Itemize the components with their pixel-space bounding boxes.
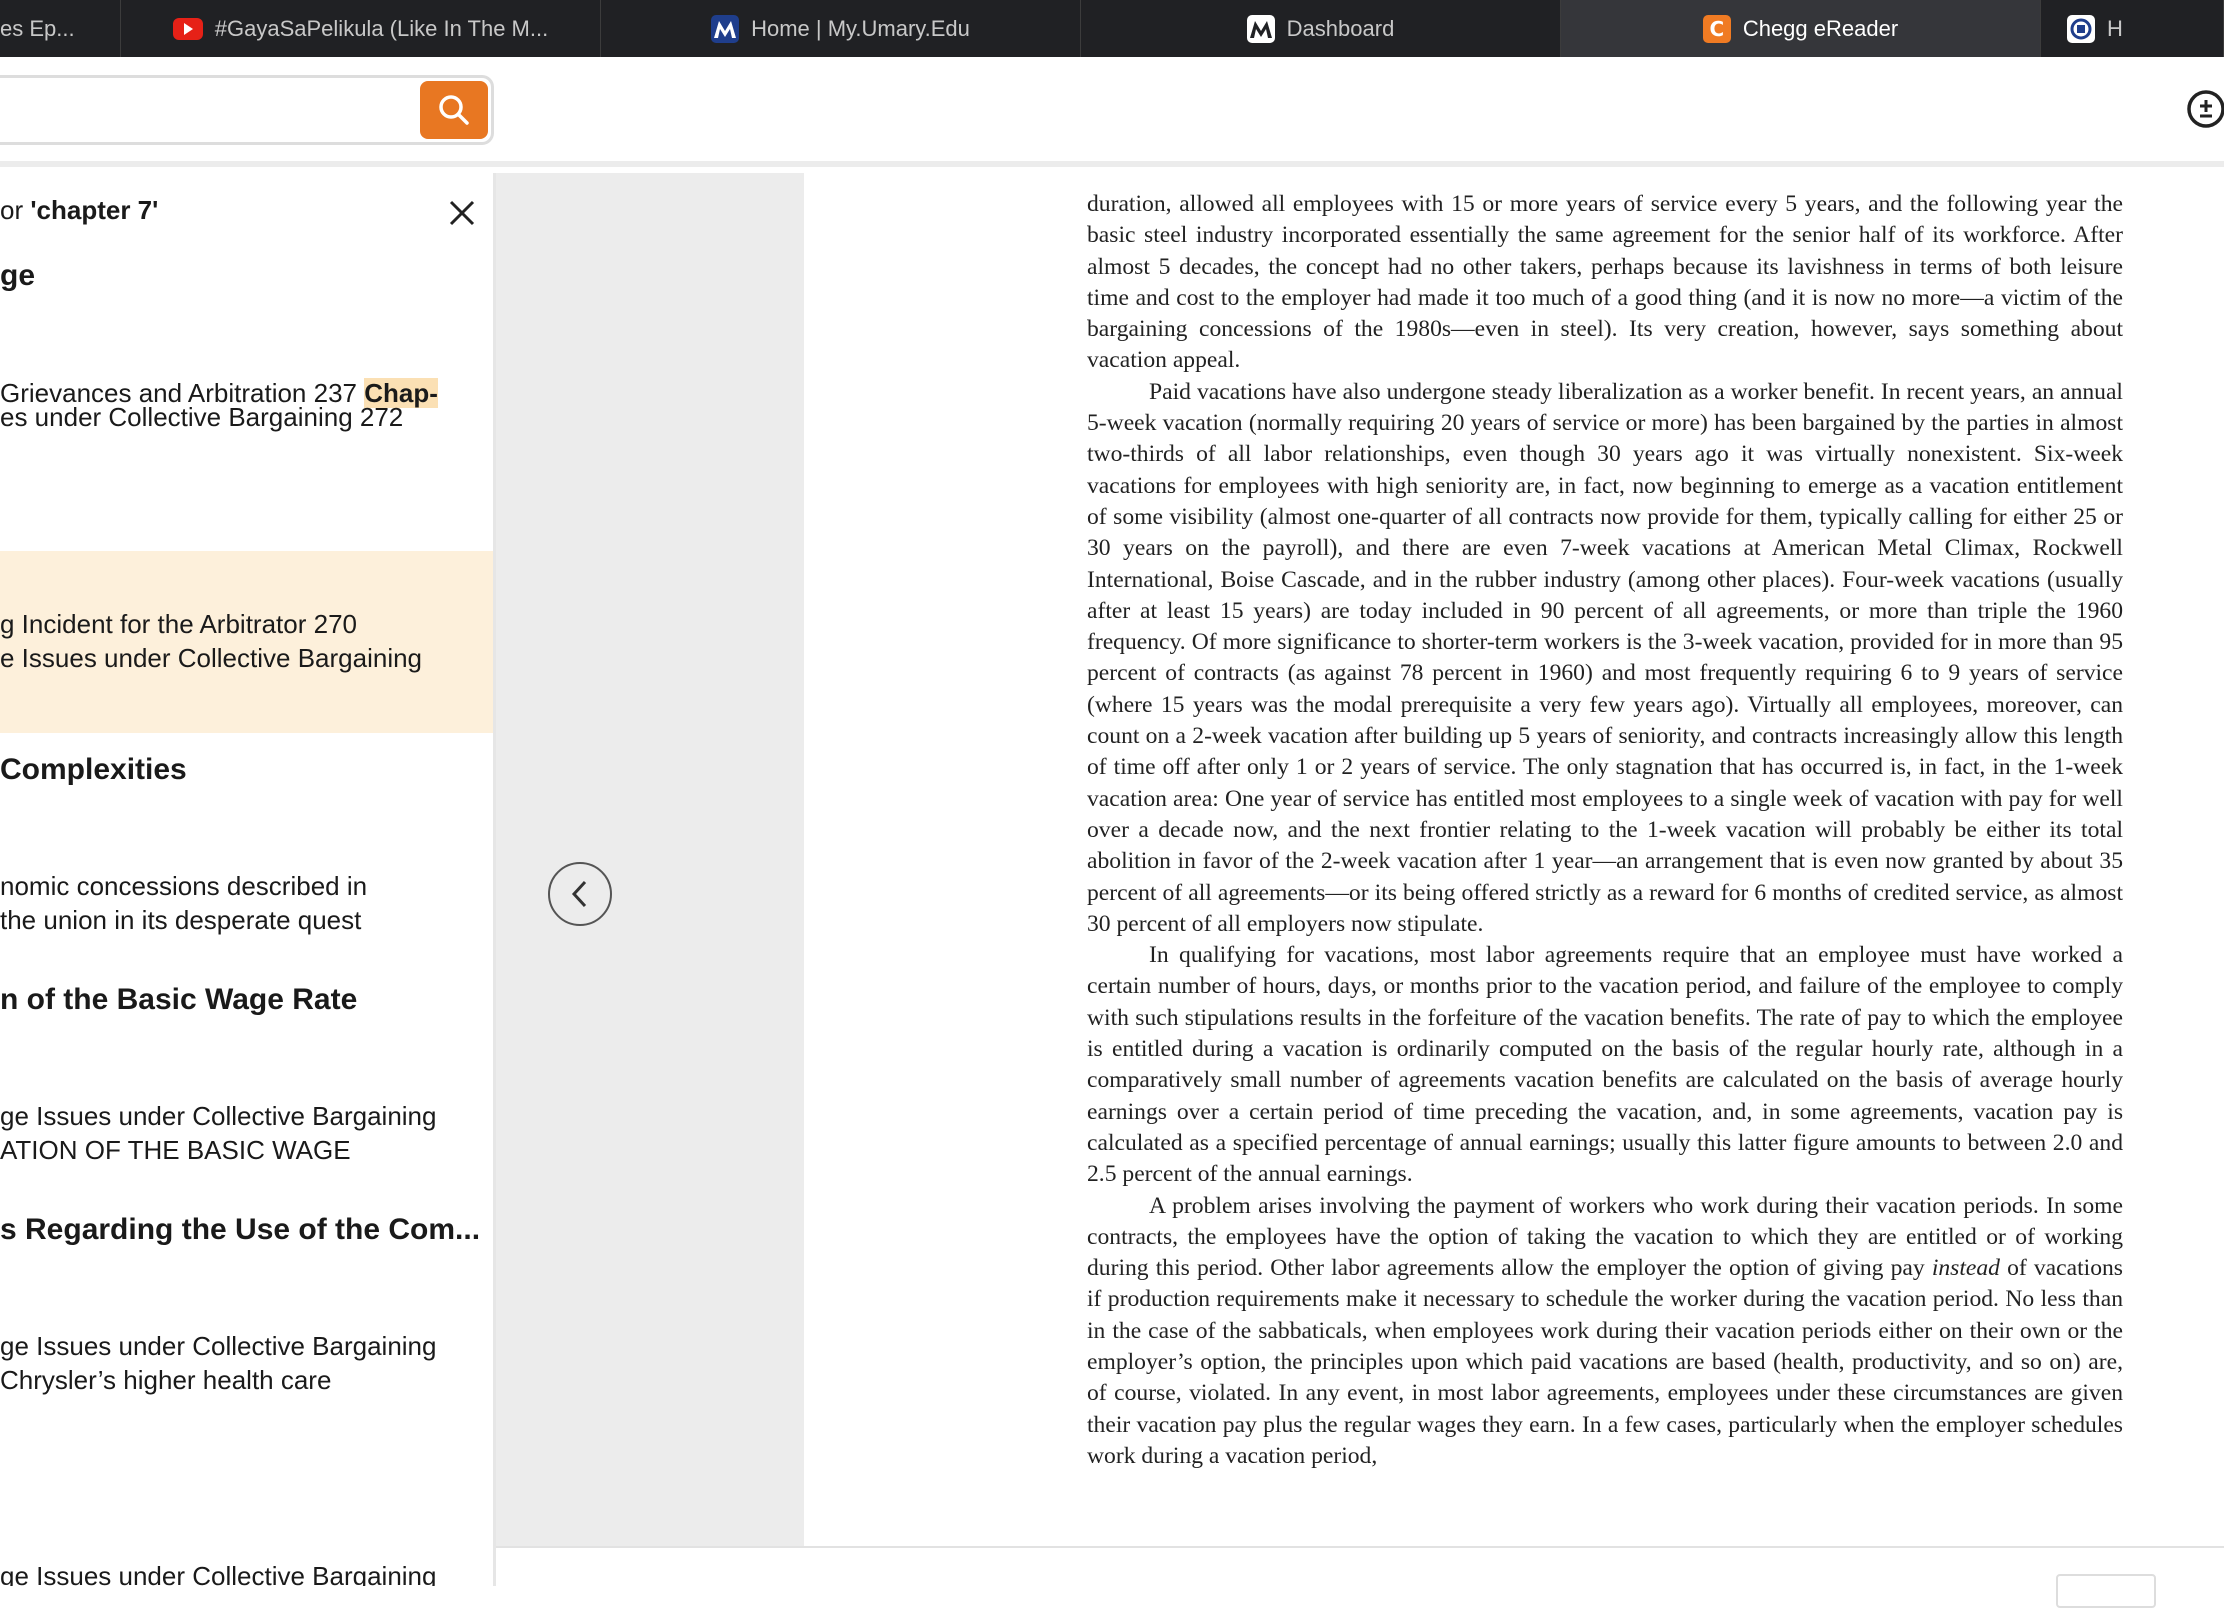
tab-label: H: [2107, 15, 2123, 41]
search-icon: [439, 95, 469, 125]
tab-episodes[interactable]: es Ep...: [0, 0, 121, 57]
tab-chegg-ereader[interactable]: C Chegg eReader: [1561, 0, 2041, 57]
search-results-panel: or 'chapter 7' ge Grievances and Arbitra…: [0, 173, 496, 1586]
chevron-left-icon: [571, 880, 587, 908]
result-snippet-line: nomic concessions described in: [0, 871, 368, 901]
zoom-icon[interactable]: [2184, 87, 2224, 133]
umary-icon: [1246, 14, 1275, 43]
result-snippet-line: ge Issues under Collective Bargaining: [0, 1101, 437, 1131]
paragraph: Paid vacations have also undergone stead…: [1087, 378, 2123, 937]
umary-icon: [711, 14, 740, 43]
previous-page-button[interactable]: [548, 862, 612, 926]
page-text: duration, allowed all employees with 15 …: [1087, 189, 2123, 1472]
tab-label: Chegg eReader: [1742, 15, 1899, 41]
reader-toolbar: [0, 57, 2224, 167]
tab-other[interactable]: H: [2041, 0, 2224, 57]
tab-label: Home | My.Umary.Edu: [751, 15, 970, 41]
book-page: duration, allowed all employees with 15 …: [804, 173, 2224, 1546]
result-snippet-line: ge Issues under Collective Bargaining: [0, 1331, 437, 1361]
result-heading[interactable]: n of the Basic Wage Rate: [0, 983, 357, 1017]
result-snippet-line: ge Issues under Collective Bargaining: [0, 1561, 437, 1586]
paragraph: A problem arises involving the payment o…: [1087, 1192, 2123, 1469]
tab-label: Dashboard: [1286, 15, 1395, 41]
tab-youtube[interactable]: #GayaSaPelikula (Like In The M...: [121, 0, 601, 57]
result-snippet-line: e Issues under Collective Bargaining: [0, 643, 423, 673]
result-heading[interactable]: ge: [0, 259, 35, 293]
result-heading[interactable]: s Regarding the Use of the Com...: [0, 1213, 480, 1247]
results-query: 'chapter 7': [30, 195, 159, 225]
reader-bottom-bar: [496, 1546, 2224, 1608]
search-button[interactable]: [420, 81, 488, 139]
globe-icon: [2067, 14, 2095, 43]
tab-dashboard[interactable]: Dashboard: [1081, 0, 1561, 57]
emphasis: instead: [1931, 1255, 2000, 1282]
tab-label: es Ep...: [0, 15, 75, 41]
paragraph: duration, allowed all employees with 15 …: [1087, 191, 2123, 374]
chegg-icon: C: [1702, 14, 1731, 43]
result-heading[interactable]: Complexities: [0, 753, 187, 787]
result-snippet-line: g Incident for the Arbitrator 270: [0, 609, 357, 639]
youtube-icon: [172, 17, 203, 40]
result-snippet-line: es under Collective Bargaining 272: [0, 402, 404, 432]
results-label: or 'chapter 7': [0, 195, 159, 225]
page-number-input[interactable]: [2056, 1574, 2156, 1608]
tab-umary-home[interactable]: Home | My.Umary.Edu: [601, 0, 1081, 57]
paragraph: In qualifying for vacations, most labor …: [1087, 942, 2123, 1188]
result-snippet-line: ATION OF THE BASIC WAGE: [0, 1135, 351, 1165]
tab-label: #GayaSaPelikula (Like In The M...: [214, 15, 549, 41]
result-snippet-line: the union in its desperate quest: [0, 905, 362, 935]
result-snippet-line: Chrysler’s higher health care: [0, 1365, 332, 1395]
search-input[interactable]: [0, 86, 377, 136]
close-icon[interactable]: [446, 197, 478, 229]
browser-tab-bar: es Ep... #GayaSaPelikula (Like In The M.…: [0, 0, 2224, 58]
